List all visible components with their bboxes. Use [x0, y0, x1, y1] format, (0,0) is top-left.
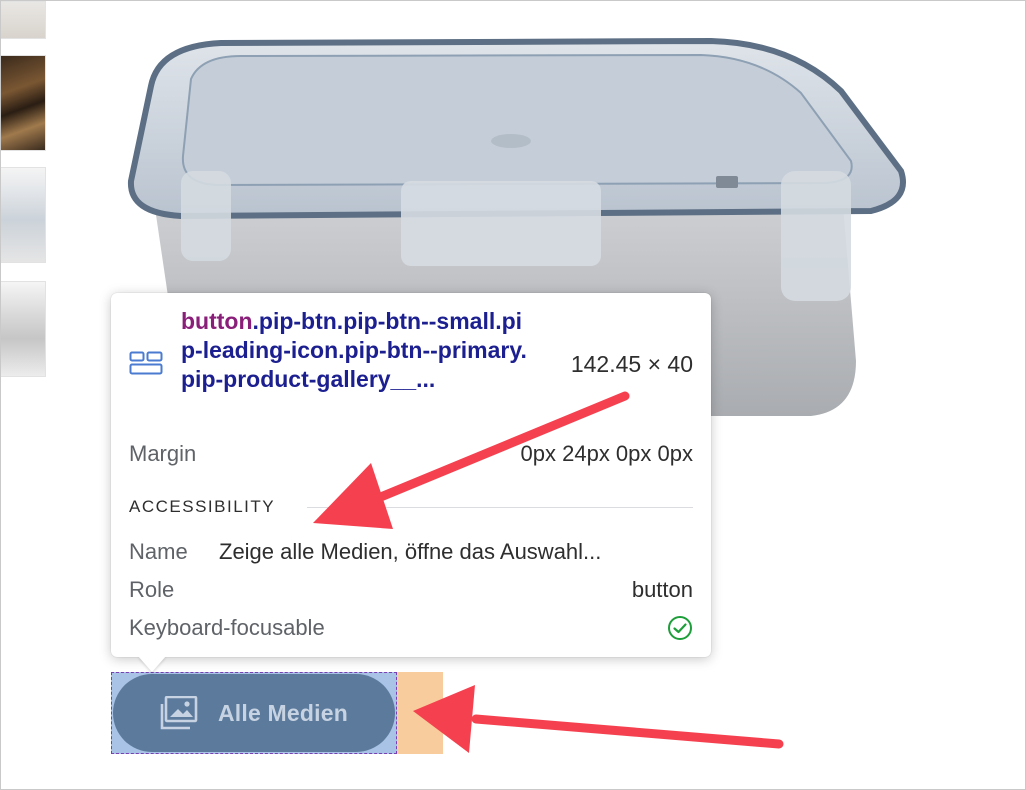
- layout-flex-icon: [129, 351, 163, 375]
- name-label: Name: [129, 539, 188, 564]
- keyboard-focusable-label: Keyboard-focusable: [129, 615, 325, 640]
- margin-value: 0px 24px 0px 0px: [520, 441, 693, 466]
- name-value: Zeige alle Medien, öffne das Auswahl...: [219, 539, 602, 564]
- gallery-thumbnail-3[interactable]: [1, 167, 46, 263]
- selector-tag: button: [181, 308, 253, 334]
- image-gallery-icon: [160, 696, 198, 730]
- gallery-thumbnail-4[interactable]: [1, 281, 46, 377]
- section-divider: [307, 507, 693, 508]
- gallery-thumbnail-2[interactable]: [1, 55, 46, 151]
- margin-highlight: [397, 672, 443, 754]
- role-label: Role: [129, 577, 175, 602]
- element-dimensions: 142.45 × 40: [570, 351, 693, 377]
- role-value: button: [631, 577, 693, 602]
- arrow-to-button: [413, 685, 784, 753]
- check-circle-icon: [668, 616, 692, 640]
- element-selector: button.pip-btn.pip-btn--small.pip-leadin…: [181, 307, 531, 394]
- accessibility-heading: ACCESSIBILITY: [129, 497, 276, 516]
- tooltip-pointer: [138, 656, 166, 672]
- all-media-button[interactable]: Alle Medien: [113, 674, 395, 752]
- inspector-tooltip: button.pip-btn.pip-btn--small.pip-leadin…: [111, 293, 711, 657]
- page-frame: Alle Medien button.pip-btn.pip-btn--smal…: [0, 0, 1026, 790]
- margin-label: Margin: [129, 441, 197, 466]
- all-media-button-label: Alle Medien: [217, 699, 348, 726]
- gallery-thumbnail-1[interactable]: [1, 1, 46, 39]
